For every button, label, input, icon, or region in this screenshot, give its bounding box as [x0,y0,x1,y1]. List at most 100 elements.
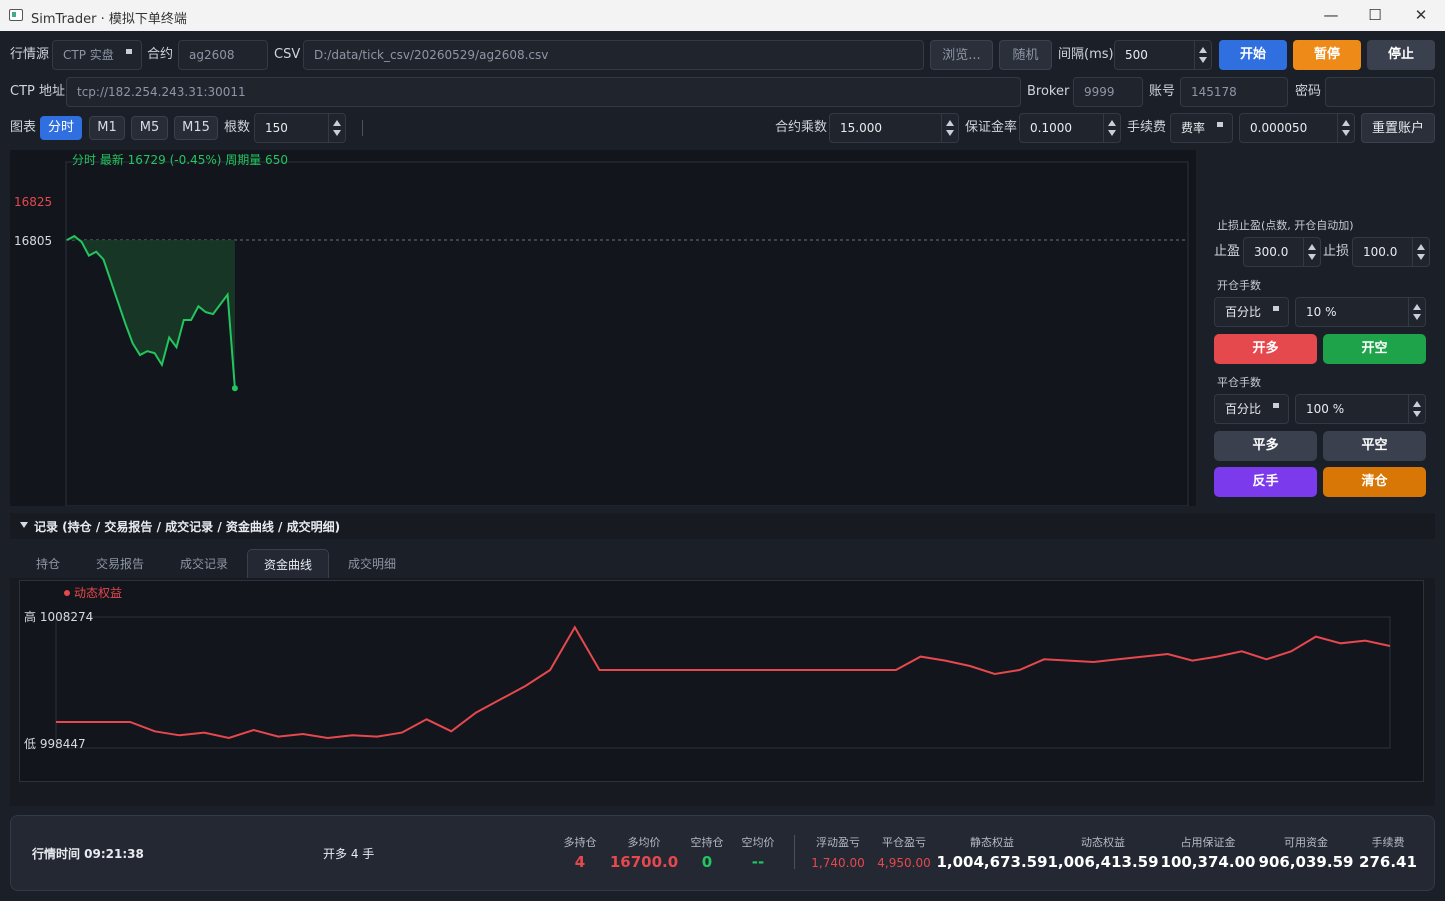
bars-spinbox[interactable]: 150 [254,113,346,143]
fee-spinbox[interactable]: 0.000050 [1239,113,1355,143]
app-icon [9,9,23,21]
collapse-arrow-icon[interactable] [20,522,28,528]
equity-low-label: 低 998447 [24,737,86,751]
reverse-button[interactable]: 反手 [1214,467,1317,497]
close-long-button[interactable]: 平多 [1214,431,1317,461]
window-title: SimTrader · 模拟下单终端 [31,12,187,27]
spin-arrows-icon[interactable] [1303,238,1320,266]
stat-6: 静态权益 1,004,673.59 [932,834,1052,871]
close-mode-value: 百分比 [1225,402,1262,416]
sl-label: 止损 [1323,244,1350,259]
multiplier-label: 合约乘数 [775,120,828,135]
period-tab-m15[interactable]: M15 [174,116,218,140]
equity-high-label: 高 1008274 [24,609,93,624]
bars-value: 150 [265,121,288,135]
open-short-button[interactable]: 开空 [1323,334,1426,364]
minimize-button[interactable]: — [1316,4,1346,26]
period-tab-intraday[interactable]: 分时 [40,116,82,140]
close-lots-value: 100 % [1306,402,1345,416]
equity-frame [55,616,1391,749]
stat-value: 276.41 [1359,853,1417,871]
chart-header: 分时 最新 16729 (-0.45%) 周期量 650 [72,152,288,167]
tab-positions[interactable]: 持仓 [24,549,72,579]
tab-equity-curve[interactable]: 资金曲线 [247,549,329,579]
equity-chart-svg: 动态权益 高 1008274 低 998447 [24,586,1391,751]
y-tick-label: 16825 [14,195,52,209]
maximize-button[interactable]: ☐ [1360,4,1390,26]
broker-label: Broker [1027,84,1070,99]
stat-value: 1,006,413.59 [1047,853,1159,871]
broker-input[interactable]: 9999 [1073,77,1143,107]
csv-label: CSV [274,47,301,62]
price-chart[interactable]: 分时 最新 16729 (-0.45%) 周期量 650 16825 16805 [10,150,1196,507]
margin-label: 保证金率 [965,120,1018,135]
fee-label: 手续费 [1127,120,1167,135]
open-lots-spinbox[interactable]: 10 % [1295,297,1426,327]
sltp-title: 止损止盈(点数, 开仓自动加) [1217,219,1354,232]
multiplier-spinbox[interactable]: 15.000 [829,113,959,143]
open-mode-select[interactable]: 百分比 [1214,297,1289,327]
fee-mode-select[interactable]: 费率 [1170,113,1233,143]
stop-button[interactable]: 停止 [1367,40,1435,70]
sl-spinbox[interactable]: 100.0 [1352,237,1430,267]
interval-value: 500 [1125,48,1148,62]
dropdown-icon [126,49,132,54]
password-input[interactable] [1325,77,1435,107]
records-title: 记录 (持仓 / 交易报告 / 成交记录 / 资金曲线 / 成交明细) [34,520,341,534]
random-button[interactable]: 随机 [999,40,1052,70]
account-input[interactable]: 145178 [1180,77,1288,107]
stat-value: 1,004,673.59 [936,853,1048,871]
spin-arrows-icon[interactable] [1408,298,1425,326]
period-tab-m1[interactable]: M1 [89,116,125,140]
title-bar: SimTrader · 模拟下单终端 — ☐ ✕ [0,0,1445,31]
margin-value: 0.1000 [1030,121,1072,135]
close-button[interactable]: ✕ [1406,4,1436,26]
start-button[interactable]: 开始 [1219,40,1287,70]
tp-spinbox[interactable]: 300.0 [1243,237,1321,267]
tp-label: 止盈 [1214,244,1241,259]
margin-spinbox[interactable]: 0.1000 [1019,113,1121,143]
spin-arrows-icon[interactable] [1337,114,1354,142]
price-area-fill [67,236,235,389]
close-lots-spinbox[interactable]: 100 % [1295,394,1426,424]
contract-label: 合约 [147,47,174,62]
open-mode-value: 百分比 [1225,305,1262,319]
reset-account-button[interactable]: 重置账户 [1361,113,1435,143]
stat-7: 动态权益 1,006,413.59 [1043,834,1163,871]
dropdown-icon [1273,403,1279,408]
interval-label: 间隔(ms) [1058,47,1114,62]
spin-arrows-icon[interactable] [1408,395,1425,423]
csv-path-input[interactable]: D:/data/tick_csv/20260529/ag2608.csv [303,40,924,70]
price-chart-svg: 分时 最新 16729 (-0.45%) 周期量 650 16825 16805 [14,152,1189,507]
interval-spinbox[interactable]: 500 [1114,40,1212,70]
last-price-point [231,385,238,392]
spin-arrows-icon[interactable] [1194,41,1211,69]
close-mode-select[interactable]: 百分比 [1214,394,1289,424]
source-select[interactable]: CTP 实盘 [52,40,142,70]
ctp-label: CTP 地址 [10,84,65,99]
browse-button[interactable]: 浏览... [930,40,993,70]
stat-label: 静态权益 [970,836,1014,849]
tab-trade-report[interactable]: 交易报告 [86,549,154,579]
market-time: 行情时间 09:21:38 [32,847,144,861]
toolbar-divider [362,120,363,136]
pause-button[interactable]: 暂停 [1293,40,1361,70]
fee-mode-value: 费率 [1181,121,1206,135]
password-label: 密码 [1295,84,1322,99]
spin-arrows-icon[interactable] [1103,114,1120,142]
tab-fills[interactable]: 成交记录 [170,549,238,579]
equity-panel: 动态权益 高 1008274 低 998447 [10,578,1435,806]
ctp-address-input[interactable]: tcp://182.254.243.31:30011 [66,77,1021,107]
spin-arrows-icon[interactable] [328,114,345,142]
open-long-button[interactable]: 开多 [1214,334,1317,364]
records-header[interactable]: 记录 (持仓 / 交易报告 / 成交记录 / 资金曲线 / 成交明细) [10,513,1435,539]
contract-input[interactable]: ag2608 [178,40,268,70]
spin-arrows-icon[interactable] [941,114,958,142]
close-short-button[interactable]: 平空 [1323,431,1426,461]
equity-chart[interactable]: 动态权益 高 1008274 低 998447 [19,580,1424,782]
tab-fill-details[interactable]: 成交明细 [338,549,406,579]
flatten-button[interactable]: 清仓 [1323,467,1426,497]
fee-value: 0.000050 [1250,121,1308,135]
spin-arrows-icon[interactable] [1412,238,1429,266]
period-tab-m5[interactable]: M5 [131,116,168,140]
